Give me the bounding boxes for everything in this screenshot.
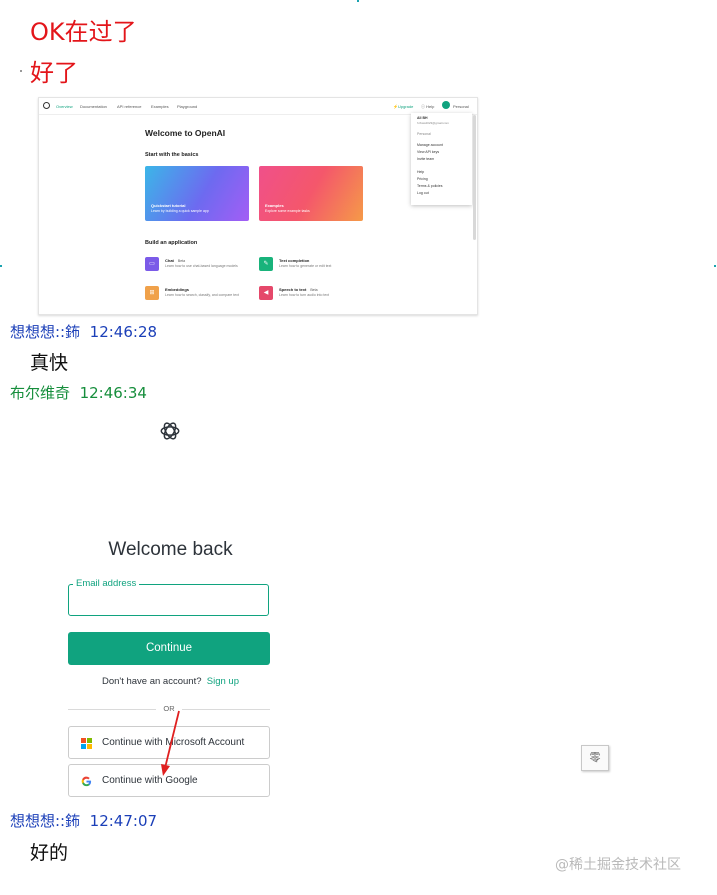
- edge-marker: [0, 265, 2, 267]
- bullet-dot: [20, 70, 22, 72]
- app-chat-title: Chat: [165, 258, 174, 263]
- speaker-icon: ◀: [259, 286, 273, 300]
- message-text: 真快: [30, 352, 69, 374]
- openai-dashboard-screenshot: Overview Documentation API reference Exa…: [38, 97, 478, 315]
- nav-help[interactable]: ⓘ Help: [421, 104, 434, 110]
- message-text: 好的: [30, 842, 69, 864]
- signup-link[interactable]: Sign up: [207, 676, 239, 687]
- build-heading: Build an application: [145, 240, 198, 246]
- sender-name: 布尔维奇: [10, 384, 71, 402]
- watermark: @稀土掘金技术社区: [555, 857, 681, 873]
- openai-logo-icon: [160, 422, 180, 440]
- examples-card-subtitle: Explore some example tasks: [265, 209, 310, 213]
- nav-upgrade[interactable]: ⚡Upgrade: [393, 104, 413, 109]
- message-header: 布尔维奇 12:46:34: [10, 383, 147, 403]
- menu-user-name: All BH: [417, 116, 428, 120]
- microsoft-logo-icon: [81, 738, 92, 749]
- message-time: 12:46:34: [79, 384, 147, 402]
- avatar[interactable]: [442, 101, 450, 109]
- examples-card-title: Examples: [265, 203, 284, 208]
- basics-heading: Start with the basics: [145, 152, 199, 158]
- account-dropdown-menu: All BH h.fkws2023@gmail.com Personal Man…: [411, 113, 472, 205]
- beta-badge: Beta: [310, 288, 318, 292]
- nav-documentation[interactable]: Documentation: [80, 104, 107, 109]
- red-arrow-annotation: [161, 710, 180, 776]
- edge-marker: [357, 0, 359, 2]
- nav-overview[interactable]: Overview: [56, 104, 73, 109]
- app-embeddings-subtitle: Learn how to search, classify, and compa…: [165, 293, 239, 297]
- menu-pricing[interactable]: Pricing: [417, 177, 428, 181]
- examples-card[interactable]: Examples Explore some example tasks: [259, 166, 363, 221]
- continue-button[interactable]: Continue: [68, 632, 270, 665]
- floating-badge[interactable]: 零: [581, 745, 609, 771]
- quickstart-card-subtitle: Learn by building a quick sample app: [151, 209, 209, 213]
- login-title: Welcome back: [108, 539, 233, 560]
- app-speech-subtitle: Learn how to turn audio into text: [279, 293, 330, 297]
- scrollbar[interactable]: [473, 115, 476, 240]
- app-chat-subtitle: Learn how to use chat-based language mod…: [165, 264, 238, 268]
- app-text-subtitle: Learn how to generate or edit text: [279, 264, 332, 268]
- nav-playground[interactable]: Playground: [177, 104, 197, 109]
- menu-terms[interactable]: Terms & policies: [417, 184, 442, 188]
- dashboard-welcome-title: Welcome to OpenAI: [145, 128, 226, 138]
- message-text: 好了: [30, 59, 78, 87]
- message-time: 12:46:28: [89, 323, 158, 341]
- quickstart-card[interactable]: Quickstart tutorial Learn by building a …: [145, 166, 249, 221]
- email-field-label: Email address: [73, 578, 140, 589]
- menu-personal[interactable]: Personal: [417, 132, 431, 136]
- nav-personal[interactable]: Personal: [453, 104, 469, 109]
- sender-name: 想想想::鈽: [10, 812, 81, 830]
- nav-api-reference[interactable]: API reference: [117, 104, 141, 109]
- quickstart-card-title: Quickstart tutorial: [151, 203, 186, 208]
- menu-view-api-keys[interactable]: View API keys: [417, 150, 439, 154]
- sender-name: 想想想::鈽: [10, 323, 81, 341]
- menu-user-email: h.fkws2023@gmail.com: [417, 121, 449, 125]
- message-text: OK在过了: [30, 18, 137, 46]
- google-logo-icon: [81, 776, 92, 787]
- pencil-icon: ✎: [259, 257, 273, 271]
- nav-examples[interactable]: Examples: [151, 104, 169, 109]
- menu-invite-team[interactable]: Invite team: [417, 157, 434, 161]
- app-speech-title: Speech to text: [279, 287, 307, 292]
- menu-manage-account[interactable]: Manage account: [417, 143, 443, 147]
- menu-help[interactable]: Help: [417, 170, 424, 174]
- app-text-title: Text completion: [279, 258, 310, 263]
- no-account-text: Don't have an account?: [101, 676, 202, 687]
- beta-badge: Beta: [177, 259, 186, 263]
- embeddings-icon: ⊞: [145, 286, 159, 300]
- message-header: 想想想::鈽 12:46:28: [10, 322, 157, 342]
- openai-logo-icon: [43, 102, 50, 109]
- signup-prompt: Don't have an account? Sign up: [33, 676, 308, 687]
- edge-marker: [714, 265, 716, 267]
- message-header: 想想想::鈽 12:47:07: [10, 811, 157, 831]
- menu-log-out[interactable]: Log out: [417, 191, 429, 195]
- message-time: 12:47:07: [89, 812, 158, 830]
- app-embeddings-title: Embeddings: [165, 287, 190, 292]
- chat-icon: ▭: [145, 257, 159, 271]
